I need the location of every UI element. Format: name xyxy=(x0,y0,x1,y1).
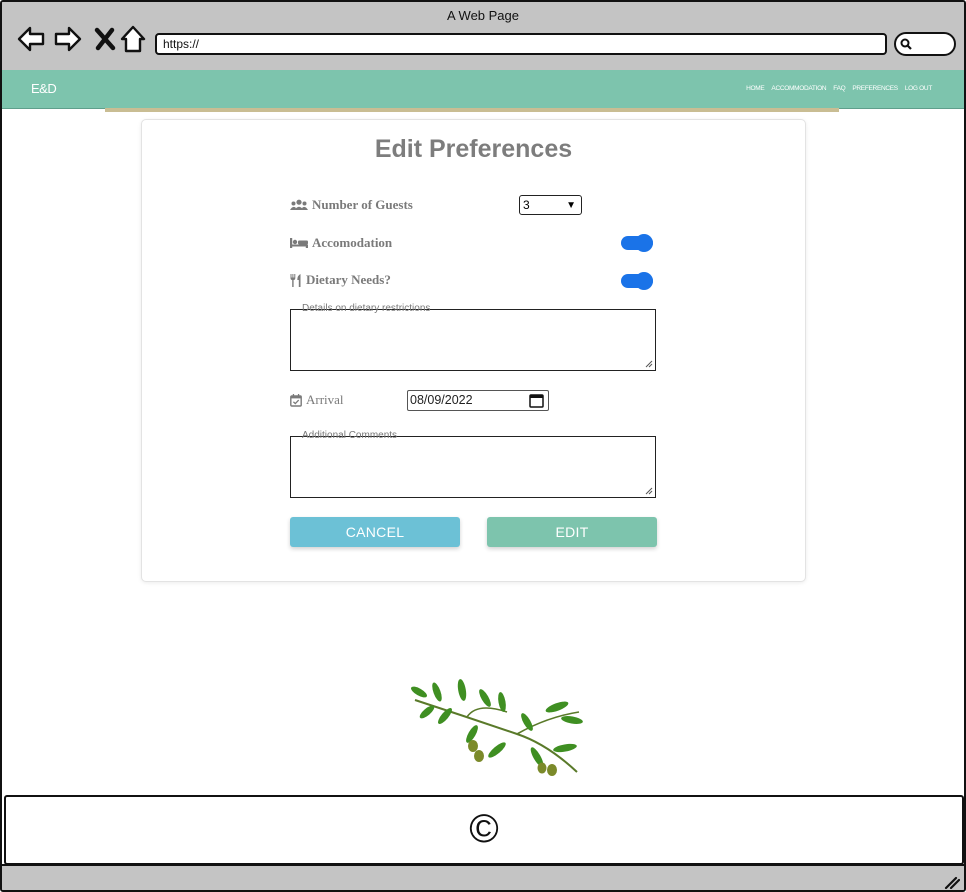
window-resize-icon[interactable] xyxy=(944,875,960,889)
address-bar[interactable]: https:// xyxy=(155,33,887,55)
guests-select[interactable]: 3 ▼ xyxy=(519,195,582,215)
guests-label: Number of Guests xyxy=(290,197,413,213)
nav-link-preferences[interactable]: PREFERENCES xyxy=(852,85,898,92)
arrival-date-value: 08/09/2022 xyxy=(410,393,473,407)
nav-link-logout[interactable]: LOG OUT xyxy=(905,85,932,92)
calendar-icon[interactable] xyxy=(529,393,544,408)
guests-label-text: Number of Guests xyxy=(312,197,413,212)
nav-link-faq[interactable]: FAQ xyxy=(833,85,845,92)
arrival-label: Arrival xyxy=(290,392,344,408)
browser-window: A Web Page https:// E&D HOME ACCOMMODATI… xyxy=(0,0,966,892)
window-title: A Web Page xyxy=(446,8,520,23)
comments-textarea[interactable]: Additional Comments xyxy=(290,430,656,498)
dietary-details-textarea[interactable]: Details on dietary restrictions xyxy=(290,303,656,371)
chevron-down-icon: ▼ xyxy=(566,200,576,211)
accommodation-toggle[interactable] xyxy=(621,234,653,252)
arrival-date-input[interactable]: 08/09/2022 xyxy=(407,390,549,411)
back-arrow-icon[interactable] xyxy=(16,24,46,54)
nav-links: HOME ACCOMMODATION FAQ PREFERENCES LOG O… xyxy=(746,85,932,92)
browser-status-bar xyxy=(2,864,964,890)
utensils-icon xyxy=(290,273,301,287)
users-icon xyxy=(290,199,308,210)
resize-grip-icon[interactable] xyxy=(645,487,653,495)
dietary-toggle[interactable] xyxy=(621,272,653,290)
bed-icon xyxy=(290,238,308,248)
accommodation-label: Accomodation xyxy=(290,235,392,251)
browser-search-field[interactable] xyxy=(894,32,956,56)
site-navbar: E&D HOME ACCOMMODATION FAQ PREFERENCES L… xyxy=(2,70,964,109)
edit-button[interactable]: EDIT xyxy=(487,517,657,547)
calendar-check-icon xyxy=(290,393,302,407)
close-icon[interactable] xyxy=(90,24,120,54)
hero-image-strip xyxy=(105,108,839,112)
nav-link-home[interactable]: HOME xyxy=(746,85,765,92)
site-footer: © xyxy=(4,795,964,865)
page-title: Edit Preferences xyxy=(374,135,573,163)
nav-link-accommodation[interactable]: ACCOMMODATION xyxy=(771,85,826,92)
arrival-label-text: Arrival xyxy=(306,392,344,407)
dietary-details-placeholder: Details on dietary restrictions xyxy=(302,303,431,314)
browser-chrome: A Web Page https:// xyxy=(2,2,964,72)
comments-placeholder: Additional Comments xyxy=(302,430,398,441)
dietary-label: Dietary Needs? xyxy=(290,272,391,288)
guests-select-value: 3 xyxy=(523,198,530,212)
site-brand[interactable]: E&D xyxy=(31,81,57,96)
forward-arrow-icon[interactable] xyxy=(53,24,83,54)
resize-grip-icon[interactable] xyxy=(645,360,653,368)
search-icon xyxy=(900,38,912,50)
home-icon[interactable] xyxy=(118,24,148,54)
copyright-symbol: © xyxy=(469,807,499,851)
olive-branch-image xyxy=(411,679,583,776)
cancel-button[interactable]: CANCEL xyxy=(290,517,460,547)
dietary-label-text: Dietary Needs? xyxy=(306,272,391,287)
accommodation-label-text: Accomodation xyxy=(312,235,393,250)
